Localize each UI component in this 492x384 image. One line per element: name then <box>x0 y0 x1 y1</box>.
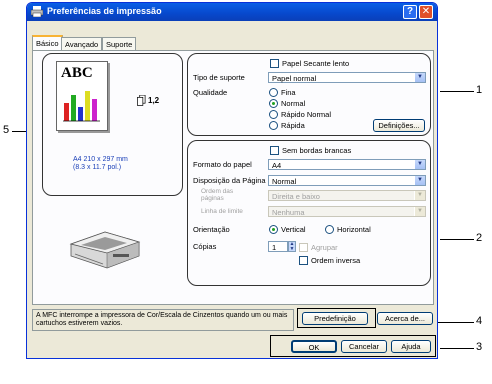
close-button[interactable]: ✕ <box>419 5 433 19</box>
printer-icon <box>31 6 43 17</box>
chevron-down-icon: ▼ <box>414 73 425 82</box>
quality-rapido-normal-label: Rápido Normal <box>281 110 332 119</box>
quality-normal-label: Normal <box>281 99 306 108</box>
cancel-button[interactable]: Cancelar <box>341 340 387 353</box>
callout-2-line <box>440 239 474 240</box>
page-size-text: A4 210 x 297 mm <box>73 156 128 163</box>
quality-rapido-normal-radio[interactable] <box>269 110 278 119</box>
collate-label: Agrupar <box>311 243 338 252</box>
orientation-vertical-radio[interactable] <box>269 225 278 234</box>
border-line-select[interactable]: Nenhuma ▼ <box>268 206 426 217</box>
default-button[interactable]: Predefinição <box>302 312 368 325</box>
reverse-order-checkbox[interactable] <box>299 256 308 265</box>
settings-button[interactable]: Definições... <box>373 119 425 132</box>
paper-size-select[interactable]: A4 ▼ <box>268 159 426 170</box>
reverse-order-label: Ordem inversa <box>311 256 361 265</box>
page-layout-label: Disposição da Página <box>193 176 266 185</box>
tab-avancado[interactable]: Avançado <box>61 37 103 50</box>
help-button[interactable]: Ajuda <box>391 340 431 353</box>
orientation-horizontal-radio[interactable] <box>325 225 334 234</box>
title-bar: Preferências de impressão ? ✕ <box>27 3 437 21</box>
media-type-label: Tipo de suporte <box>193 73 245 82</box>
ok-button[interactable]: OK <box>291 340 337 353</box>
printing-preferences-dialog: Preferências de impressão ? ✕ Básico Ava… <box>26 2 438 359</box>
copies-indicator: 1,2 <box>148 96 160 105</box>
orientation-vertical-label: Vertical <box>281 225 306 234</box>
page-order-select[interactable]: Direita e baixo ▼ <box>268 190 426 201</box>
tab-basico[interactable]: Básico <box>32 35 63 51</box>
collate-checkbox[interactable] <box>299 243 308 252</box>
chevron-down-icon: ▼ <box>414 207 425 216</box>
copies-label: Cópias <box>193 242 217 251</box>
dry-paper-checkbox[interactable] <box>270 59 279 68</box>
about-button[interactable]: Acerca de... <box>377 312 433 325</box>
copies-stepper[interactable]: ▲ ▼ <box>288 241 296 252</box>
callout-2: 2 <box>476 232 483 244</box>
page-layout-value: Normal <box>272 177 297 186</box>
callout-1-line <box>440 91 474 92</box>
chevron-down-icon: ▼ <box>414 160 425 169</box>
quality-fina-label: Fina <box>281 88 296 97</box>
window-title: Preferências de impressão <box>47 6 162 16</box>
chevron-down-icon: ▼ <box>414 176 425 185</box>
mfc-printer-image <box>69 231 141 269</box>
callout-5: 5 <box>3 124 10 136</box>
quality-normal-radio[interactable] <box>269 99 278 108</box>
border-line-value: Nenhuma <box>272 208 305 217</box>
borderless-checkbox[interactable] <box>270 146 279 155</box>
copies-input[interactable]: 1 <box>268 241 288 252</box>
border-line-label: Linha de limite <box>201 208 243 215</box>
dry-paper-label: Papel Secante lento <box>282 59 350 68</box>
media-type-value: Papel normal <box>272 74 317 83</box>
callout-3-line <box>440 348 474 349</box>
paper-size-label: Formato do papel <box>193 160 252 169</box>
media-type-select[interactable]: Papel normal ▼ <box>268 72 426 83</box>
basic-tab-panel: ABC 1,2 A4 210 x 297 mm (8.3 x 11.7 pol.… <box>32 50 434 305</box>
page-order-label-2: páginas <box>201 195 224 202</box>
preview-logo-text: ABC <box>61 65 93 81</box>
copies-value: 1 <box>272 243 277 252</box>
tab-suporte[interactable]: Suporte <box>102 37 137 50</box>
quality-rapida-radio[interactable] <box>269 121 278 130</box>
collate-copies-icon <box>137 95 146 106</box>
help-title-button[interactable]: ? <box>403 5 417 19</box>
preview-chart-icon <box>63 91 100 122</box>
callout-4: 4 <box>476 315 483 327</box>
ink-warning-note: A MFC interrompe a impressora de Cor/Esc… <box>32 309 294 331</box>
paper-size-value: A4 <box>272 161 282 170</box>
chevron-down-icon: ▼ <box>414 191 425 200</box>
page-preview: ABC <box>56 61 108 131</box>
page-order-label-1: Ordem das <box>201 188 234 195</box>
borderless-label: Sem bordas brancas <box>282 146 352 155</box>
callout-3: 3 <box>476 341 483 353</box>
quality-fina-radio[interactable] <box>269 88 278 97</box>
orientation-horizontal-label: Horizontal <box>337 225 371 234</box>
page-order-value: Direita e baixo <box>272 192 320 201</box>
quality-rapida-label: Rápida <box>281 121 305 130</box>
orientation-label: Orientação <box>193 225 230 234</box>
page-size-inches: (8.3 x 11.7 pol.) <box>73 164 122 171</box>
callout-1: 1 <box>476 84 483 96</box>
page-layout-select[interactable]: Normal ▼ <box>268 175 426 186</box>
quality-label: Qualidade <box>193 88 228 97</box>
